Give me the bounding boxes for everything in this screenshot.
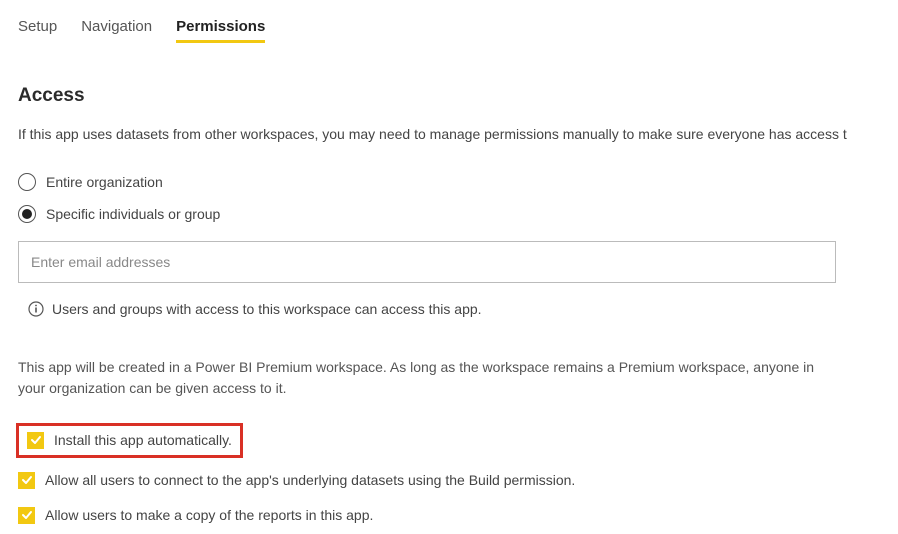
radio-specific-individuals[interactable]: Specific individuals or group xyxy=(18,205,898,223)
tab-navigation[interactable]: Navigation xyxy=(81,18,152,43)
checkbox-label-install-auto: Install this app automatically. xyxy=(54,432,232,448)
radio-label-specific: Specific individuals or group xyxy=(46,206,220,222)
checkbox-label-allow-copy: Allow users to make a copy of the report… xyxy=(45,507,373,523)
info-text: Users and groups with access to this wor… xyxy=(52,301,482,317)
radio-circle-icon xyxy=(18,173,36,191)
radio-entire-organization[interactable]: Entire organization xyxy=(18,173,898,191)
tab-permissions[interactable]: Permissions xyxy=(176,18,265,43)
access-description: If this app uses datasets from other wor… xyxy=(18,125,898,145)
radio-label-entire: Entire organization xyxy=(46,174,163,190)
tab-setup[interactable]: Setup xyxy=(18,18,57,43)
checkbox-allow-connect[interactable]: Allow all users to connect to the app's … xyxy=(18,472,898,489)
tab-bar: Setup Navigation Permissions xyxy=(18,18,898,43)
checkbox-allow-copy[interactable]: Allow users to make a copy of the report… xyxy=(18,507,898,524)
premium-note: This app will be created in a Power BI P… xyxy=(18,357,838,399)
checkbox-checked-icon xyxy=(18,472,35,489)
info-icon xyxy=(28,301,44,317)
email-addresses-input[interactable] xyxy=(18,241,836,283)
radio-circle-icon xyxy=(18,205,36,223)
checkbox-checked-icon xyxy=(18,507,35,524)
checkbox-install-auto[interactable]: Install this app automatically. xyxy=(27,432,232,449)
checkbox-label-allow-connect: Allow all users to connect to the app's … xyxy=(45,472,575,488)
highlight-install-auto: Install this app automatically. xyxy=(16,423,243,458)
access-heading: Access xyxy=(18,85,898,107)
checkbox-checked-icon xyxy=(27,432,44,449)
info-note: Users and groups with access to this wor… xyxy=(28,301,898,317)
